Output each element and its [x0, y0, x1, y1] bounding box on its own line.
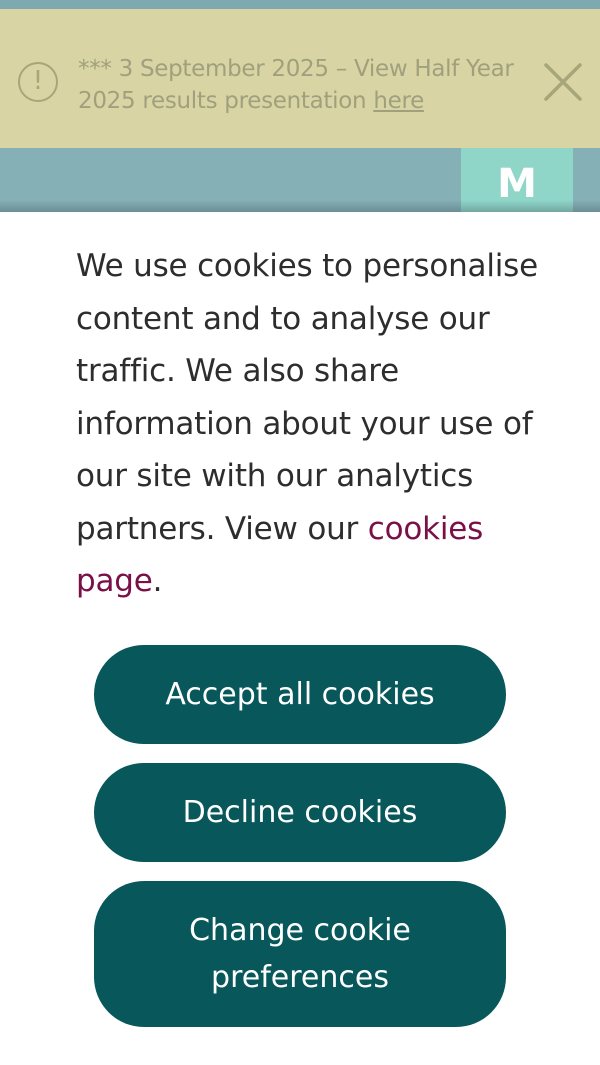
- announcement-text: *** 3 September 2025 – View Half Year 20…: [78, 53, 528, 117]
- decline-cookies-button[interactable]: Decline cookies: [94, 763, 506, 862]
- cookie-consent-panel: We use cookies to personalise content an…: [0, 212, 600, 1065]
- cookie-message-text: We use cookies to personalise content an…: [76, 248, 538, 547]
- cookie-message-end: .: [152, 563, 163, 599]
- cookie-message: We use cookies to personalise content an…: [76, 240, 546, 608]
- close-icon[interactable]: [540, 61, 586, 103]
- accept-all-cookies-button[interactable]: Accept all cookies: [94, 645, 506, 744]
- announcement-banner: ! *** 3 September 2025 – View Half Year …: [0, 9, 600, 148]
- top-strip: [0, 0, 600, 9]
- announcement-link[interactable]: here: [373, 88, 424, 114]
- overlay-shadow: [0, 200, 600, 212]
- exclamation-circle-icon: !: [18, 62, 58, 102]
- announcement-message: *** 3 September 2025 – View Half Year 20…: [78, 56, 514, 114]
- change-cookie-preferences-button[interactable]: Change cookie preferences: [94, 881, 506, 1027]
